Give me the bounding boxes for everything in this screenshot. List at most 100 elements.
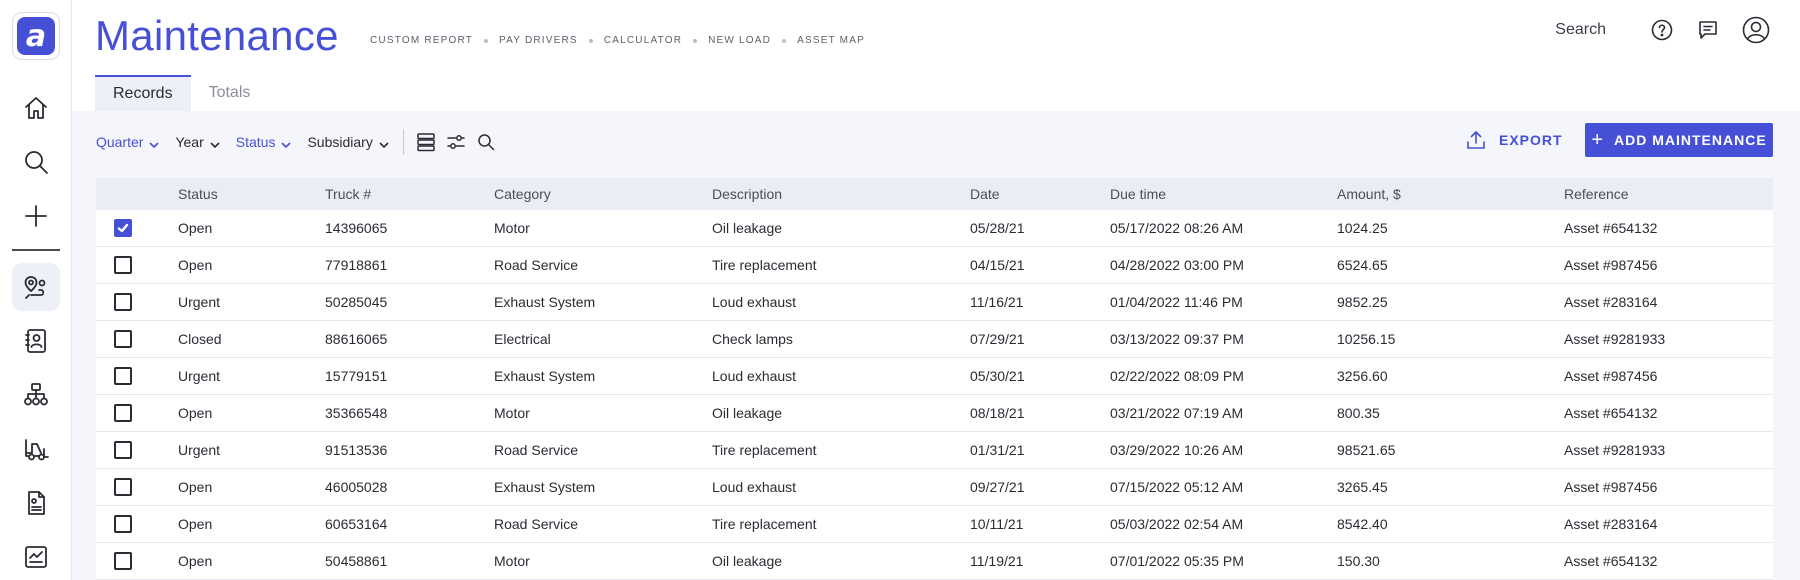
- filter-quarter[interactable]: Quarter: [96, 134, 160, 150]
- cell-date: 11/19/21: [970, 553, 1024, 569]
- row-checkbox[interactable]: [114, 367, 132, 385]
- row-checkbox[interactable]: [114, 404, 132, 422]
- cell-date: 07/29/21: [970, 331, 1025, 347]
- cell-status: Urgent: [178, 294, 221, 310]
- row-checkbox[interactable]: [114, 330, 132, 348]
- filter-status[interactable]: Status: [236, 134, 292, 150]
- sidebar-item-search[interactable]: [12, 138, 60, 186]
- tab-records[interactable]: Records: [95, 75, 191, 111]
- sidebar-item-create[interactable]: [12, 192, 60, 240]
- quicklink-calculator[interactable]: CALCULATOR: [604, 35, 682, 46]
- cell-reference: Asset #283164: [1564, 294, 1658, 310]
- row-checkbox[interactable]: [114, 552, 132, 570]
- account-button[interactable]: [1742, 16, 1770, 44]
- sidebar-item-equipment[interactable]: [12, 425, 60, 473]
- table-row[interactable]: Open 50458861 Motor Oil leakage 11/19/21…: [96, 543, 1773, 580]
- cell-status: Open: [178, 479, 213, 495]
- records-panel: Quarter Year Status Subsidiary EXPORT + …: [72, 111, 1800, 580]
- sidebar-item-documents[interactable]: [12, 479, 60, 527]
- column-header-date[interactable]: Date: [970, 186, 1110, 202]
- table-row[interactable]: Closed 88616065 Electrical Check lamps 0…: [96, 321, 1773, 358]
- cell-due-time: 07/15/2022 05:12 AM: [1110, 479, 1244, 495]
- sidebar-item-home[interactable]: [12, 84, 60, 132]
- cell-amount: 3265.45: [1337, 479, 1388, 495]
- cell-truck: 50458861: [325, 553, 388, 569]
- tab-totals[interactable]: Totals: [191, 75, 269, 111]
- row-checkbox[interactable]: [114, 219, 132, 237]
- separator-dot: [484, 38, 489, 43]
- row-checkbox[interactable]: [114, 515, 132, 533]
- filter-year[interactable]: Year: [175, 134, 220, 150]
- app-logo[interactable]: a: [12, 12, 60, 60]
- column-header-amount[interactable]: Amount, $: [1337, 186, 1564, 202]
- cell-reference: Asset #987456: [1564, 479, 1658, 495]
- cell-category: Electrical: [494, 331, 551, 347]
- cell-category: Motor: [494, 405, 530, 421]
- row-checkbox[interactable]: [114, 441, 132, 459]
- column-header-reference[interactable]: Reference: [1564, 186, 1773, 202]
- table-row[interactable]: Urgent 91513536 Road Service Tire replac…: [96, 432, 1773, 469]
- toolbar-divider: [402, 129, 404, 155]
- sidebar-item-reports[interactable]: [12, 533, 60, 580]
- chevron-down-icon: [379, 137, 389, 149]
- cell-date: 11/16/21: [970, 294, 1024, 310]
- column-header-status[interactable]: Status: [178, 186, 325, 202]
- cell-truck: 14396065: [325, 220, 388, 236]
- quicklink-custom-report[interactable]: CUSTOM REPORT: [370, 35, 473, 46]
- table-row[interactable]: Open 35366548 Motor Oil leakage 08/18/21…: [96, 395, 1773, 432]
- sidebar-item-contacts[interactable]: [12, 317, 60, 365]
- global-search[interactable]: Search: [1555, 21, 1606, 39]
- export-button[interactable]: EXPORT: [1465, 123, 1563, 157]
- cell-truck: 77918861: [325, 257, 388, 273]
- cell-status: Open: [178, 257, 213, 273]
- column-header-description[interactable]: Description: [712, 186, 970, 202]
- cell-description: Oil leakage: [712, 553, 783, 569]
- row-checkbox[interactable]: [114, 478, 132, 496]
- table-row[interactable]: Urgent 15779151 Exhaust System Loud exha…: [96, 358, 1773, 395]
- messages-button[interactable]: [1696, 18, 1720, 42]
- row-select-cell: [96, 478, 178, 496]
- table-row[interactable]: Open 77918861 Road Service Tire replacem…: [96, 247, 1773, 284]
- table-search-button[interactable]: [476, 132, 496, 152]
- cell-description: Loud exhaust: [712, 294, 797, 310]
- column-header-due-time[interactable]: Due time: [1110, 186, 1337, 202]
- cell-category: Road Service: [494, 516, 579, 532]
- density-button[interactable]: [416, 132, 436, 152]
- quick-links: CUSTOM REPORT PAY DRIVERS CALCULATOR NEW…: [370, 35, 865, 46]
- cell-truck: 60653164: [325, 516, 388, 532]
- add-maintenance-button[interactable]: + ADD MAINTENANCE: [1585, 123, 1773, 157]
- row-select-cell: [96, 515, 178, 533]
- filter-status-label: Status: [235, 134, 276, 150]
- table-row[interactable]: Urgent 50285045 Exhaust System Loud exha…: [96, 284, 1773, 321]
- cell-due-time: 01/04/2022 11:46 PM: [1110, 294, 1243, 310]
- cell-description: Loud exhaust: [712, 368, 797, 384]
- quicklink-pay-drivers[interactable]: PAY DRIVERS: [499, 35, 578, 46]
- quicklink-new-load[interactable]: NEW LOAD: [708, 35, 771, 46]
- table-header: Status Truck # Category Description Date…: [96, 178, 1773, 210]
- cell-status: Open: [178, 405, 213, 421]
- table-row[interactable]: Open 60653164 Road Service Tire replacem…: [96, 506, 1773, 543]
- cell-due-time: 05/17/2022 08:26 AM: [1110, 220, 1244, 236]
- cell-reference: Asset #9281933: [1564, 331, 1666, 347]
- column-header-truck[interactable]: Truck #: [325, 186, 494, 202]
- columns-settings-button[interactable]: [446, 132, 466, 152]
- table-body: Open 14396065 Motor Oil leakage 05/28/21…: [96, 210, 1773, 580]
- checkmark-icon: [117, 223, 129, 233]
- sidebar-item-organization[interactable]: [12, 371, 60, 419]
- document-icon: [28, 491, 45, 515]
- table-row[interactable]: Open 14396065 Motor Oil leakage 05/28/21…: [96, 210, 1773, 247]
- filter-subsidiary[interactable]: Subsidiary: [307, 134, 389, 150]
- row-checkbox[interactable]: [114, 293, 132, 311]
- upload-icon: [1467, 131, 1485, 149]
- cell-category: Road Service: [494, 442, 579, 458]
- cell-reference: Asset #9281933: [1564, 442, 1666, 458]
- row-checkbox[interactable]: [114, 256, 132, 274]
- sidebar-item-routes[interactable]: [12, 263, 60, 311]
- row-select-cell: [96, 441, 178, 459]
- table-row[interactable]: Open 46005028 Exhaust System Loud exhaus…: [96, 469, 1773, 506]
- cell-date: 01/31/21: [970, 442, 1025, 458]
- cell-description: Loud exhaust: [712, 479, 797, 495]
- help-button[interactable]: [1650, 18, 1674, 42]
- quicklink-asset-map[interactable]: ASSET MAP: [797, 35, 865, 46]
- column-header-category[interactable]: Category: [494, 186, 712, 202]
